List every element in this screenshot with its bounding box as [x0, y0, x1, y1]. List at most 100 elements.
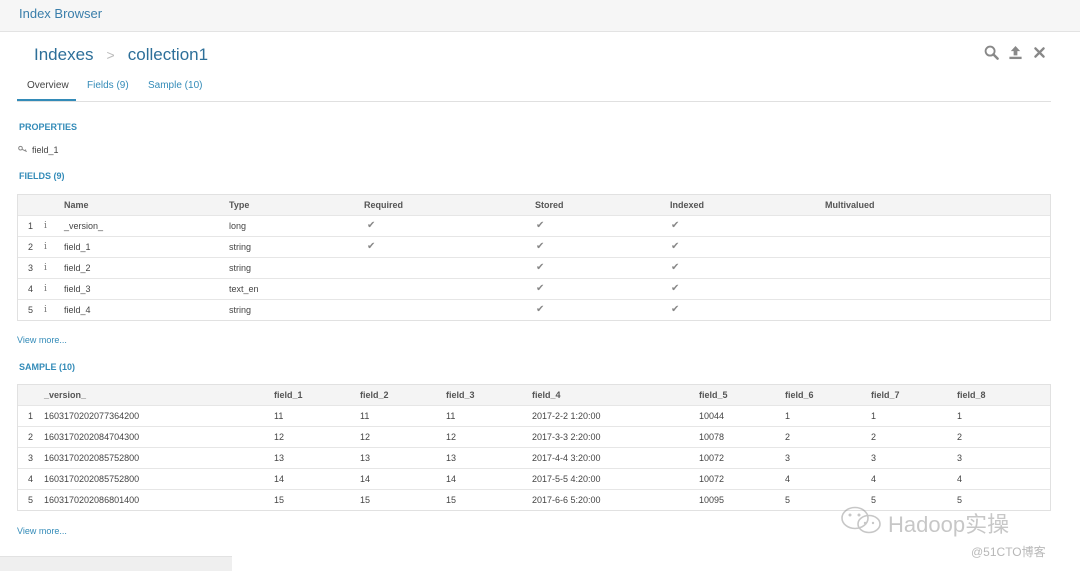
- sample-cell: 2017-5-5 4:20:00: [532, 474, 601, 484]
- sample-cell: 11: [274, 411, 284, 421]
- sample-cell: 1603170202085752800: [44, 474, 140, 484]
- sample-cell: 2: [785, 432, 791, 442]
- col-field-2[interactable]: field_2: [360, 385, 389, 405]
- sample-cell: 5: [785, 495, 791, 505]
- tab-sample[interactable]: Sample (10): [148, 80, 202, 91]
- sample-cell: 3: [957, 453, 963, 463]
- sample-cell: 2017-6-6 5:20:00: [532, 495, 601, 505]
- app-header: Index Browser: [0, 0, 1080, 32]
- sample-cell: 15: [274, 495, 285, 505]
- sample-cell: 1603170202085752800: [44, 453, 140, 463]
- sample-cell: 14: [274, 474, 285, 484]
- tab-overview[interactable]: Overview: [27, 80, 69, 91]
- col-field-6[interactable]: field_6: [785, 385, 814, 405]
- check-icon: ✔: [536, 304, 545, 315]
- sample-cell: 4: [957, 474, 963, 484]
- row-number: 3: [28, 453, 34, 463]
- check-icon: ✔: [671, 220, 680, 231]
- primary-key-property: field_1: [18, 145, 59, 155]
- breadcrumb-separator: >: [106, 47, 115, 63]
- sample-cell: 1603170202086801400: [44, 495, 140, 505]
- fields-view-more-link[interactable]: View more...: [17, 335, 67, 345]
- sample-row[interactable]: 1 1603170202077364200 11 11 11 2017-2-2 1:20:…: [18, 405, 1050, 426]
- check-icon: ✔: [367, 220, 376, 231]
- sample-cell: 2017-3-3 2:20:00: [532, 432, 601, 442]
- field-name: field_2: [64, 263, 91, 273]
- sample-cell: 14: [360, 474, 371, 484]
- sample-cell: 4: [785, 474, 791, 484]
- sample-cell: 11: [360, 411, 370, 421]
- col-multivalued[interactable]: Multivalued: [825, 195, 875, 215]
- sample-view-more-link[interactable]: View more...: [17, 526, 67, 536]
- sample-cell: 2: [871, 432, 877, 442]
- watermark: Hadoop实操: [840, 505, 1009, 541]
- key-icon: [18, 145, 28, 155]
- tab-bar: Overview Fields (9) Sample (10): [17, 78, 1051, 102]
- row-number: 5: [28, 495, 34, 505]
- sample-cell: 15: [360, 495, 371, 505]
- sample-cell: 4: [871, 474, 877, 484]
- col-version[interactable]: _version_: [44, 385, 86, 405]
- sample-cell: 2017-4-4 3:20:00: [532, 453, 601, 463]
- col-field-3[interactable]: field_3: [446, 385, 475, 405]
- search-icon[interactable]: [983, 44, 1000, 61]
- sample-cell: 1: [871, 411, 877, 421]
- field-row: 3 i field_2 string ✔ ✔: [18, 257, 1050, 278]
- sample-cell: 10078: [699, 432, 725, 442]
- sample-cell: 13: [274, 453, 285, 463]
- wechat-logo-icon: [840, 505, 884, 541]
- tab-fields[interactable]: Fields (9): [87, 80, 129, 91]
- sample-row[interactable]: 2 1603170202084704300 12 12 12 2017-3-3 2:20:…: [18, 426, 1050, 447]
- sample-heading: SAMPLE (10): [19, 362, 76, 372]
- sample-cell: 3: [785, 453, 791, 463]
- sample-cell: 1603170202084704300: [44, 432, 140, 442]
- sample-cell: 14: [446, 474, 457, 484]
- sample-cell: 13: [360, 453, 371, 463]
- col-field-4[interactable]: field_4: [532, 385, 561, 405]
- sample-cell: 11: [446, 411, 456, 421]
- col-stored[interactable]: Stored: [535, 195, 564, 215]
- col-indexed[interactable]: Indexed: [670, 195, 704, 215]
- col-field-7[interactable]: field_7: [871, 385, 900, 405]
- row-number: 3: [28, 263, 34, 273]
- col-field-8[interactable]: field_8: [957, 385, 986, 405]
- sample-cell: 1603170202077364200: [44, 411, 140, 421]
- horizontal-scrollbar[interactable]: [0, 556, 232, 571]
- info-icon[interactable]: i: [44, 258, 47, 278]
- info-icon[interactable]: i: [44, 279, 47, 299]
- watermark-text: Hadoop实操: [888, 512, 1010, 537]
- col-name[interactable]: Name: [64, 195, 89, 215]
- check-icon: ✔: [536, 220, 545, 231]
- col-field-1[interactable]: field_1: [274, 385, 303, 405]
- info-icon[interactable]: i: [44, 216, 47, 236]
- check-icon: ✔: [536, 241, 545, 252]
- sample-cell: 15: [446, 495, 457, 505]
- col-field-5[interactable]: field_5: [699, 385, 728, 405]
- sample-cell: 13: [446, 453, 457, 463]
- col-required[interactable]: Required: [364, 195, 403, 215]
- properties-heading: PROPERTIES: [19, 122, 78, 132]
- info-icon[interactable]: i: [44, 237, 47, 257]
- check-icon: ✔: [367, 241, 376, 252]
- close-icon[interactable]: [1031, 44, 1048, 61]
- sample-cell: 12: [360, 432, 371, 442]
- info-icon[interactable]: i: [44, 300, 47, 320]
- sample-cell: 10072: [699, 474, 725, 484]
- upload-icon[interactable]: [1007, 44, 1024, 61]
- sample-cell: 12: [274, 432, 285, 442]
- sample-row[interactable]: 4 1603170202085752800 14 14 14 2017-5-5 4:20:…: [18, 468, 1050, 489]
- check-icon: ✔: [671, 304, 680, 315]
- breadcrumb-indexes[interactable]: Indexes: [34, 45, 94, 64]
- check-icon: ✔: [671, 262, 680, 273]
- sample-cell: 1: [957, 411, 963, 421]
- row-number: 5: [28, 305, 34, 315]
- sample-cell: 3: [871, 453, 877, 463]
- field-name: field_1: [64, 242, 91, 252]
- field-type: string: [229, 242, 252, 252]
- sample-row[interactable]: 3 1603170202085752800 13 13 13 2017-4-4 3:20:…: [18, 447, 1050, 468]
- field-type: text_en: [229, 284, 259, 294]
- col-type[interactable]: Type: [229, 195, 249, 215]
- sample-cell: 12: [446, 432, 457, 442]
- field-type: long: [229, 221, 247, 231]
- field-row: 2 i field_1 string ✔ ✔ ✔: [18, 236, 1050, 257]
